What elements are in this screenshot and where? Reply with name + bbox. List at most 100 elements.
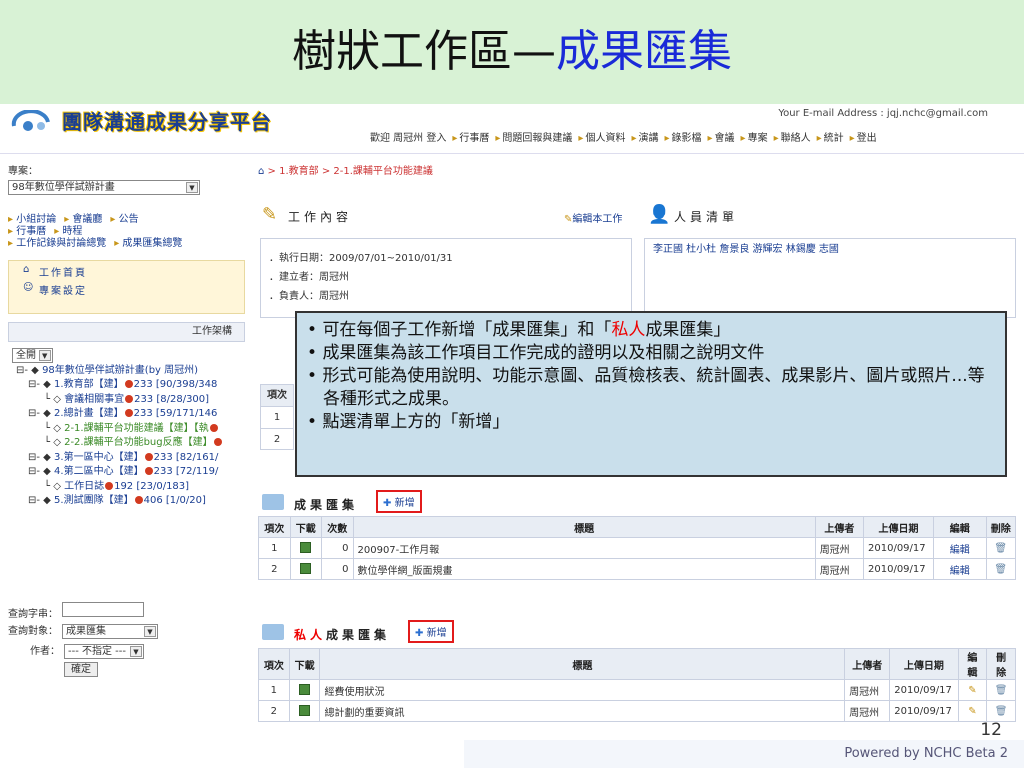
project-select[interactable]: 98年數位學伴試辦計畫 ▼ <box>8 180 200 195</box>
menu-item-work-home[interactable]: ⌂ 工作首頁 <box>9 261 244 279</box>
tree-node-label: 5.測試團隊【建】 <box>54 495 134 506</box>
column-header: 標題 <box>352 516 816 538</box>
menu-item-project-settings[interactable]: ☺ 專案設定 <box>9 279 244 297</box>
expand-select[interactable]: 全開 ▼ <box>12 348 53 363</box>
quick-link[interactable]: 行事曆 <box>16 226 46 237</box>
tree-node[interactable]: ⊟- ◆ 3.第一區中心【建】 233 [82/161/ <box>28 451 245 466</box>
tree-node[interactable]: └ ◇ 2-1.課輔平台功能建議【建】【執 <box>44 422 245 437</box>
quick-link[interactable]: 成果匯集總覽 <box>122 238 182 249</box>
tree-root[interactable]: ⊟- ◆ 98年數位學伴試辦計畫(by 周冠州) <box>16 364 245 379</box>
nav-item[interactable]: 歡迎 周冠州 登入 <box>370 133 446 144</box>
tree-node[interactable]: ⊟- ◆ 4.第二區中心【建】 233 [72/119/ <box>28 465 245 480</box>
quick-link[interactable]: 公告 <box>119 214 139 225</box>
nav-item[interactable]: 問題回報與建議 <box>502 133 572 144</box>
download-icon[interactable] <box>299 705 311 717</box>
tree-node[interactable]: └ ◇ 2-2.課輔平台功能bug反應【建】 <box>44 436 245 451</box>
add-private-button[interactable]: ✚ 新增 <box>408 620 454 643</box>
quick-link[interactable]: 小組討論 <box>16 214 56 225</box>
powered-by: Powered by NCHC Beta 2 <box>464 740 1024 768</box>
download-icon[interactable] <box>299 684 311 696</box>
cell-delete: 🗑 <box>986 679 1016 701</box>
logo-text: 團隊溝通成果分享平台 <box>62 110 272 134</box>
query-label: 查詢字串： <box>8 609 58 620</box>
add-label: 新增 <box>426 628 447 639</box>
column-header: 編輯 <box>957 648 988 680</box>
bullet-icon: ▸ <box>664 133 670 144</box>
nav-item[interactable]: 行事曆 <box>459 133 489 144</box>
staff-list[interactable]: 李正國 杜小杜 詹景良 游輝宏 林錫慶 志國 <box>653 243 873 257</box>
nav-item[interactable]: 統計 <box>824 133 844 144</box>
table-row: 1 經費使用狀況 周冠州 2010/09/17 ✎ 🗑 <box>258 679 1016 701</box>
trash-icon[interactable]: 🗑 <box>995 706 1008 717</box>
edit-work-link[interactable]: ✎編輯本工作 <box>564 210 622 225</box>
tree-node[interactable]: └ ◇ 會議相關事宜 233 [8/28/300] <box>44 393 245 408</box>
cell-title[interactable]: 經費使用狀況 <box>319 679 846 701</box>
target-select[interactable]: 成果匯集 ▼ <box>62 624 158 639</box>
tree-node-label: 1.教育部【建】 <box>54 379 124 390</box>
chevron-down-icon: ▼ <box>186 182 198 193</box>
quick-link[interactable]: 時程 <box>62 226 82 237</box>
edit-link[interactable]: 編輯 <box>933 537 987 559</box>
nav-item[interactable]: 錄影檔 <box>672 133 702 144</box>
edit-icon[interactable]: ✎ <box>968 706 976 717</box>
tree-branch-icon: └ ◇ <box>44 480 65 492</box>
cell-delete: 🗑 <box>985 558 1017 580</box>
nav-item[interactable]: 演講 <box>638 133 658 144</box>
cell-title[interactable]: 200907-工作月報 <box>352 537 816 559</box>
nav-item[interactable]: 聯絡人 <box>781 133 811 144</box>
nav-item[interactable]: 專案 <box>748 133 768 144</box>
trash-icon[interactable]: 🗑 <box>995 685 1008 696</box>
expand-select-value: 全開 <box>16 350 36 361</box>
tree-node[interactable]: ⊟- ◆ 5.測試團隊【建】 406 [1/0/20] <box>28 494 245 509</box>
status-dot-icon <box>124 409 133 417</box>
ok-button[interactable]: 確定 <box>64 662 98 677</box>
title-accent: 成果匯集 <box>556 26 732 77</box>
download-icon[interactable] <box>300 542 312 554</box>
breadcrumb: ⌂ > 1.教育部 > 2-1.課輔平台功能建議 <box>258 162 1024 178</box>
table-row: 1 0 200907-工作月報 周冠州 2010/09/17 編輯 🗑 <box>258 537 1017 559</box>
mid-col-header: 項次 <box>261 385 293 407</box>
column-header: 下載 <box>289 516 322 538</box>
plus-icon: ✚ <box>415 628 424 639</box>
tree-node[interactable]: ⊟- ◆ 1.教育部【建】 233 [90/398/348 <box>28 378 245 393</box>
cell-title[interactable]: 數位學伴網_版面規畫 <box>352 558 816 580</box>
work-menu: ⌂ 工作首頁 ☺ 專案設定 <box>8 260 245 314</box>
column-header: 上傳者 <box>844 648 891 680</box>
nav-item[interactable]: 個人資料 <box>585 133 625 144</box>
work-content-title: 工作內容 <box>288 210 353 224</box>
bullet-icon: ▸ <box>631 133 637 144</box>
edit-icon[interactable]: ✎ <box>968 685 976 696</box>
status-dot-icon <box>213 438 222 446</box>
menu-label: 專案設定 <box>39 286 87 297</box>
nav-item[interactable]: 會議 <box>715 133 735 144</box>
home-icon[interactable]: ⌂ <box>258 166 264 177</box>
query-input[interactable] <box>62 602 144 617</box>
nav-item[interactable]: 登出 <box>857 133 877 144</box>
tree-node-stat: 192 [23/0/183] <box>114 480 190 492</box>
quick-link[interactable]: 工作記錄與討論總覽 <box>16 238 106 249</box>
bullet-icon: ▸ <box>740 133 746 144</box>
cell-uploader: 周冠州 <box>814 537 865 559</box>
private-title-rest: 成果匯集 <box>326 628 391 642</box>
private-title-red: 私人 <box>294 628 327 642</box>
cell-title[interactable]: 總計劃的重要資訊 <box>319 700 846 722</box>
tree-node[interactable]: ⊟- ◆ 2.總計畫【建】 233 [59/171/146 <box>28 407 245 422</box>
add-label: 新增 <box>394 498 415 509</box>
links-row-2: ▸ 行事曆 ▸ 時程 <box>8 226 190 238</box>
tree-branch-icon: ⊟- ◆ <box>28 379 55 390</box>
edit-link[interactable]: 編輯 <box>933 558 987 580</box>
trash-icon[interactable]: 🗑 <box>994 543 1007 554</box>
trash-icon[interactable]: 🗑 <box>994 564 1007 575</box>
status-dot-icon <box>144 467 153 475</box>
quick-link[interactable]: 會議廳 <box>72 214 102 225</box>
tree-node[interactable]: └ ◇ 工作日誌 192 [23/0/183] <box>44 480 245 495</box>
target-value: 成果匯集 <box>66 626 106 637</box>
callout-bullet-2: • 成果匯集為該工作項目工作完成的證明以及相關之說明文件 <box>307 343 765 363</box>
add-result-button[interactable]: ✚ 新增 <box>376 490 422 513</box>
cell-download <box>289 558 322 580</box>
tree-branch-icon: └ ◇ <box>44 422 65 434</box>
download-icon[interactable] <box>300 563 312 575</box>
cell-download <box>288 679 321 701</box>
tree-node-stat: 233 [90/398/348 <box>133 379 218 390</box>
author-select[interactable]: --- 不指定 --- ▼ <box>64 644 144 659</box>
